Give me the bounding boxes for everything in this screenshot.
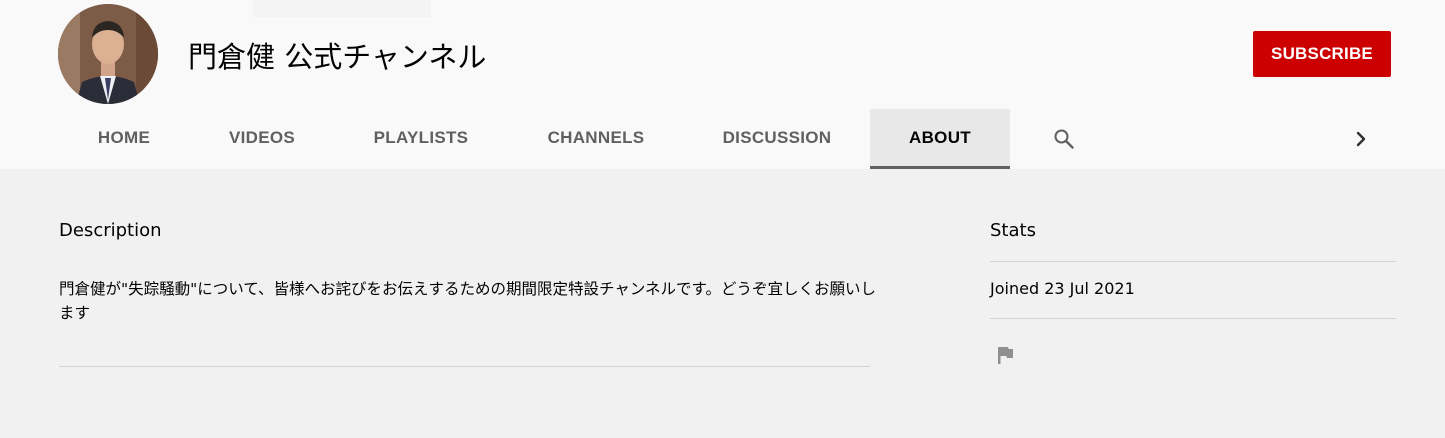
joined-date: Joined 23 Jul 2021 xyxy=(990,279,1135,298)
tab-home[interactable]: HOME xyxy=(64,109,184,169)
tab-videos[interactable]: VIDEOS xyxy=(202,109,322,169)
tabs-next-button[interactable] xyxy=(1344,121,1378,157)
description-divider xyxy=(59,366,870,367)
tab-playlists[interactable]: PLAYLISTS xyxy=(352,109,490,169)
chevron-right-icon xyxy=(1356,131,1366,147)
header-banner-strip xyxy=(253,0,431,17)
flag-icon xyxy=(998,347,1013,364)
tab-discussion[interactable]: DISCUSSION xyxy=(707,109,847,169)
description-heading: Description xyxy=(59,220,162,241)
avatar-image xyxy=(58,4,158,104)
subscribe-button[interactable]: SUBSCRIBE xyxy=(1253,31,1391,77)
tab-about[interactable]: ABOUT xyxy=(870,109,1010,169)
channel-name: 門倉健 公式チャンネル xyxy=(188,40,487,74)
stats-heading: Stats xyxy=(990,220,1036,241)
joined-date-value: 23 Jul 2021 xyxy=(1044,279,1135,298)
search-icon xyxy=(1054,129,1074,149)
tab-channels[interactable]: CHANNELS xyxy=(528,109,664,169)
channel-header: 門倉健 公式チャンネル SUBSCRIBE HOME VIDEOS PLAYLI… xyxy=(0,0,1445,169)
channel-tabs: HOME VIDEOS PLAYLISTS CHANNELS DISCUSSIO… xyxy=(0,109,1445,169)
stats-divider xyxy=(990,261,1396,262)
description-text: 門倉健が"失踪騒動"について、皆様へお詫びをお伝えするための期間限定特設チャンネ… xyxy=(59,280,877,322)
joined-label: Joined xyxy=(990,279,1040,298)
channel-search-button[interactable] xyxy=(1044,121,1084,157)
report-flag-button[interactable] xyxy=(990,340,1020,370)
stats-divider xyxy=(990,318,1396,319)
channel-avatar[interactable] xyxy=(58,4,158,104)
